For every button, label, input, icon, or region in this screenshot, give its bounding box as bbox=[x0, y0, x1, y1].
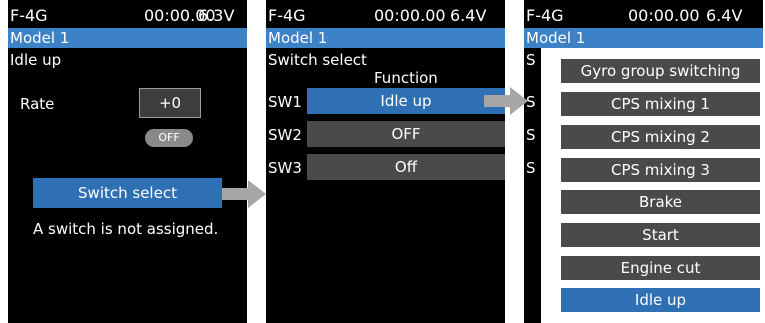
status-bar: F-4G 00:00.00 6.4V bbox=[524, 0, 763, 28]
switch-label-sw1: SW1 bbox=[268, 93, 302, 111]
flow-arrow-icon bbox=[222, 180, 266, 208]
model-name-bar: Model 1 bbox=[524, 28, 763, 48]
option-cps-mixing-3[interactable]: CPS mixing 3 bbox=[561, 158, 760, 182]
function-select-sw1[interactable]: Idle up bbox=[307, 88, 505, 114]
option-start[interactable]: Start bbox=[561, 223, 760, 247]
switch-label-sw2: SW2 bbox=[268, 126, 302, 144]
page-indicator bbox=[370, 318, 404, 323]
option-cps-mixing-2[interactable]: CPS mixing 2 bbox=[561, 125, 760, 149]
model-type: F-4G bbox=[268, 6, 306, 25]
timer: 00:00.00 bbox=[628, 6, 700, 25]
battery-voltage: 6.3V bbox=[198, 6, 235, 25]
flow-arrow-icon bbox=[484, 87, 528, 115]
battery-voltage: 6.4V bbox=[450, 6, 487, 25]
model-name-bar: Model 1 bbox=[266, 28, 505, 48]
switch-label-sw3: SW3 bbox=[268, 159, 302, 177]
function-select-sw3[interactable]: Off bbox=[307, 154, 505, 180]
function-list-popup: Gyro group switching CPS mixing 1 CPS mi… bbox=[541, 48, 763, 323]
off-toggle[interactable]: OFF bbox=[145, 129, 193, 147]
function-column-header: Function bbox=[374, 69, 438, 87]
option-gyro-group-switching[interactable]: Gyro group switching bbox=[561, 59, 760, 83]
function-list-screen: F-4G 00:00.00 6.4V Model 1 S S S S Gyro … bbox=[524, 0, 763, 323]
switch-select-screen: F-4G 00:00.00 6.4V Model 1 Switch select… bbox=[266, 0, 505, 323]
switch-select-button[interactable]: Switch select bbox=[33, 178, 222, 208]
behind-text: S bbox=[526, 159, 536, 177]
option-idle-up-selected[interactable]: Idle up bbox=[561, 288, 760, 312]
rate-value-field[interactable]: +0 bbox=[139, 88, 201, 118]
page-title: Idle up bbox=[10, 51, 62, 69]
status-bar: F-4G 00:00.00 6.3V bbox=[8, 0, 247, 28]
rate-label: Rate bbox=[20, 95, 55, 113]
page-title: Switch select bbox=[268, 51, 367, 69]
option-brake[interactable]: Brake bbox=[561, 190, 760, 214]
behind-text: S bbox=[526, 51, 536, 69]
battery-voltage: 6.4V bbox=[706, 6, 743, 25]
status-message: A switch is not assigned. bbox=[33, 220, 219, 238]
timer: 00:00.00 bbox=[374, 6, 446, 25]
behind-text: S bbox=[526, 126, 536, 144]
option-cps-mixing-1[interactable]: CPS mixing 1 bbox=[561, 92, 760, 116]
function-select-sw2[interactable]: OFF bbox=[307, 121, 505, 147]
option-engine-cut[interactable]: Engine cut bbox=[561, 256, 760, 280]
status-bar: F-4G 00:00.00 6.4V bbox=[266, 0, 505, 28]
model-type: F-4G bbox=[10, 6, 48, 25]
model-name-bar: Model 1 bbox=[8, 28, 247, 48]
page-indicator bbox=[566, 317, 685, 322]
idle-up-screen: F-4G 00:00.00 6.3V Model 1 Idle up Rate … bbox=[8, 0, 247, 323]
model-type: F-4G bbox=[526, 6, 564, 25]
